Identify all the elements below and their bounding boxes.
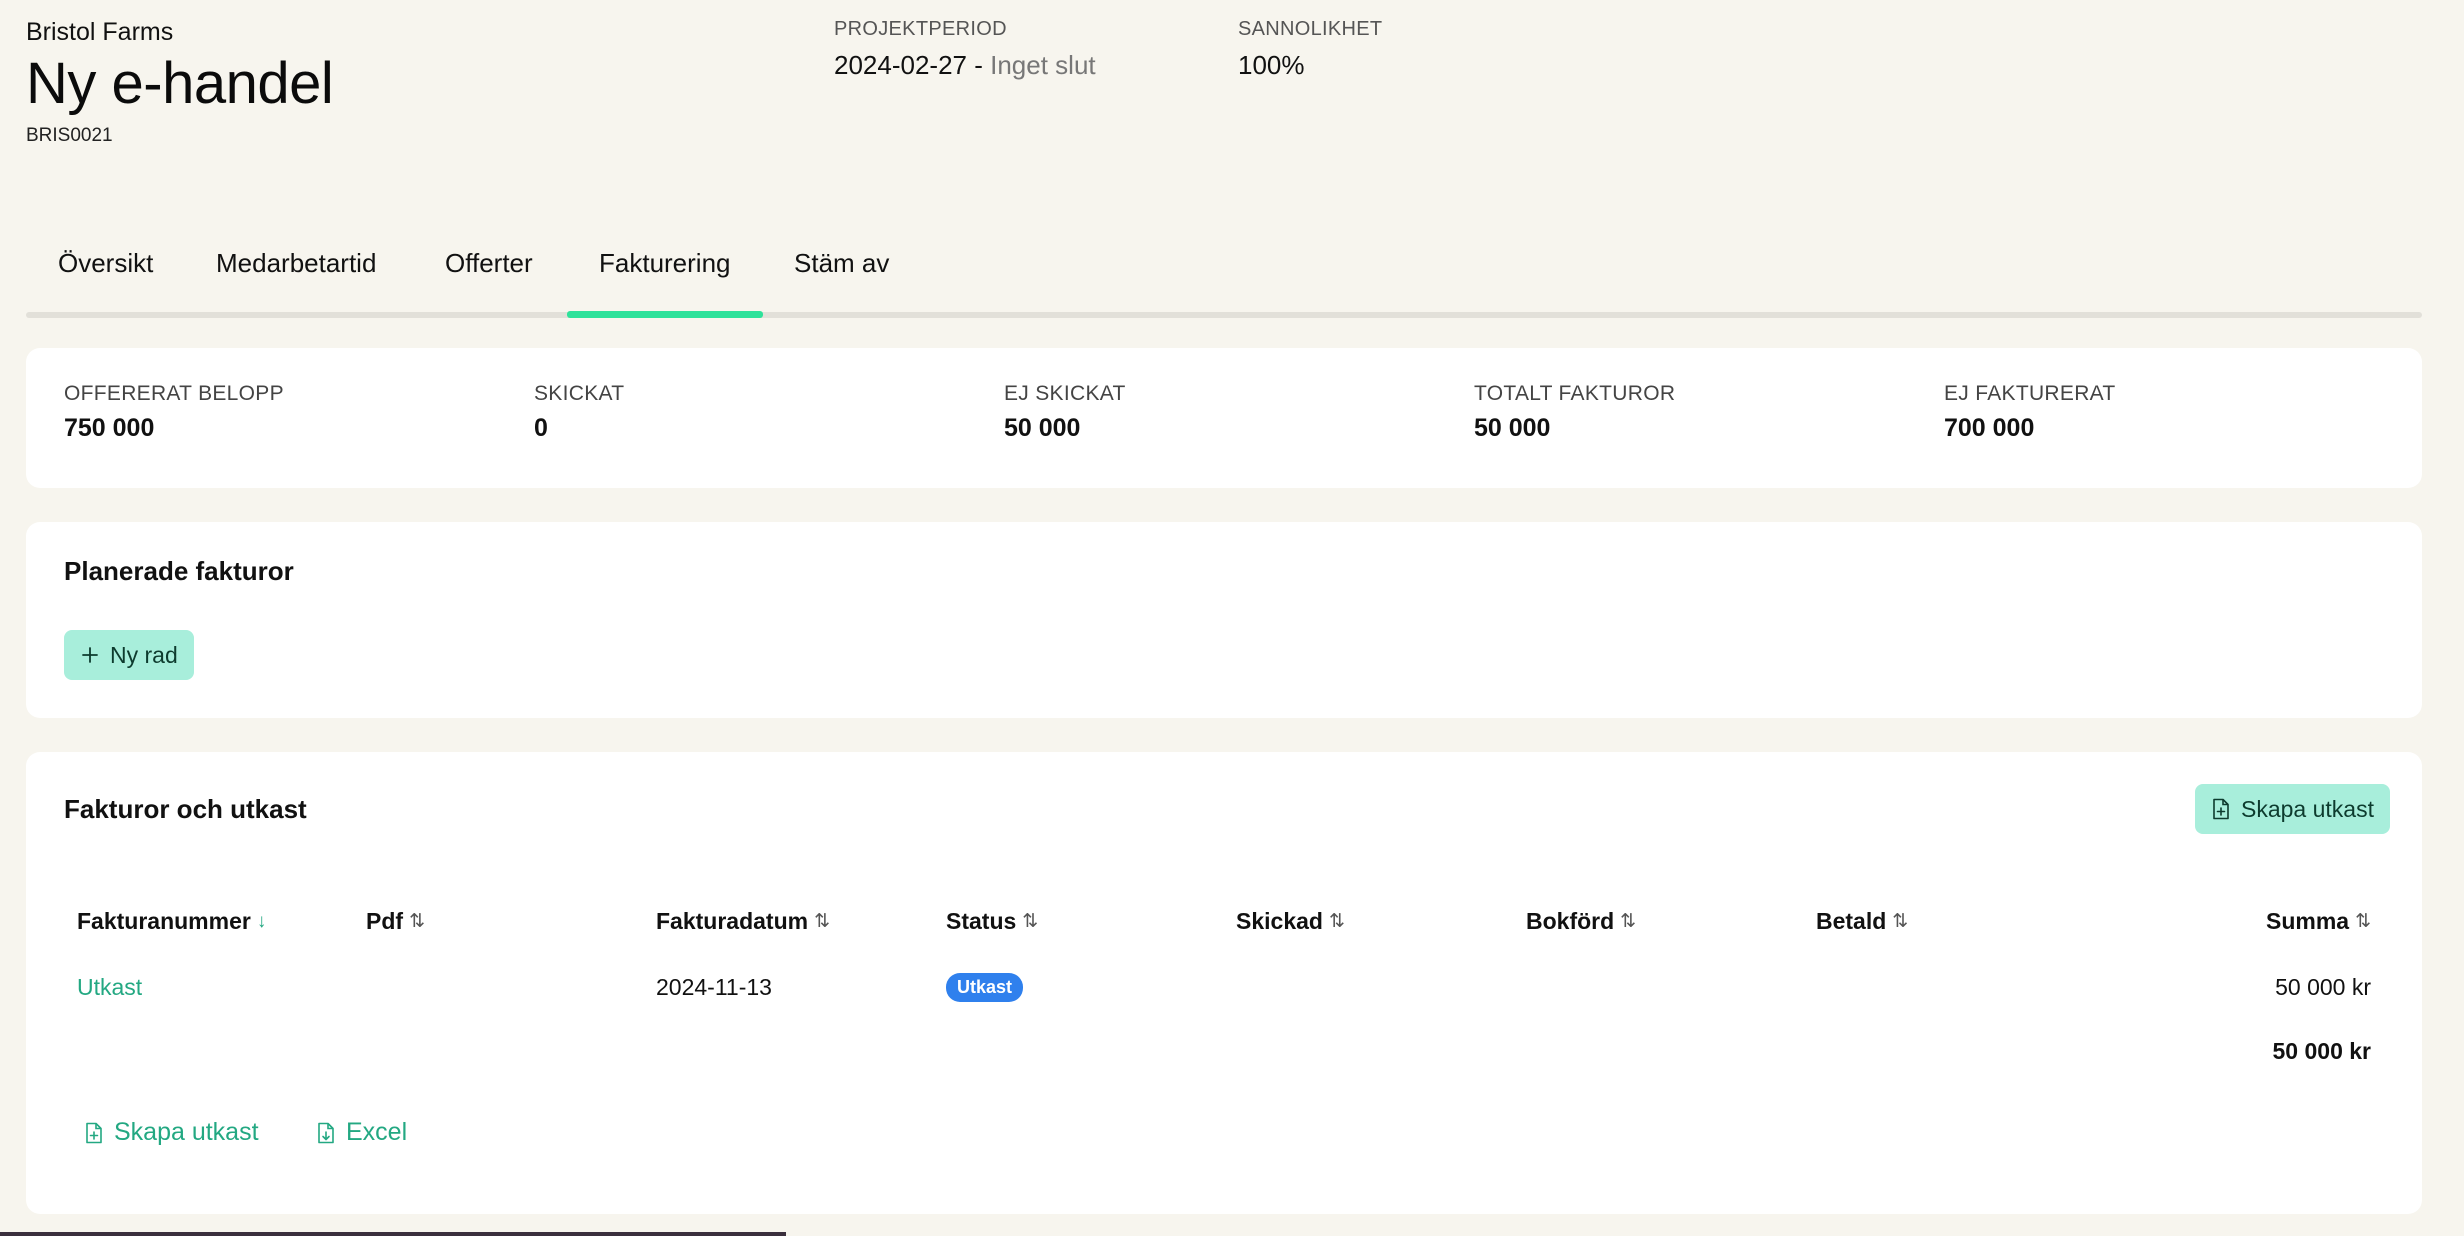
planned-invoices-card: Planerade fakturor Ny rad <box>26 522 2422 718</box>
sort-icon: ⇅ <box>1892 911 1909 932</box>
stat-label-skickat: SKICKAT <box>534 382 625 405</box>
stat-label-ej-skickat: EJ SKICKAT <box>1004 382 1126 405</box>
stat-label-offererat: OFFERERAT BELOPP <box>64 382 284 405</box>
stat-value-ej-fakturerat: 700 000 <box>1944 414 2035 442</box>
footer-create-draft-link[interactable]: Skapa utkast <box>84 1118 259 1147</box>
col-label: Summa <box>2265 908 2350 934</box>
new-row-label: Ny rad <box>110 641 178 668</box>
stat-label-ej-fakturerat: EJ FAKTURERAT <box>1944 382 2116 405</box>
tab-active-indicator <box>567 311 763 318</box>
col-bokford[interactable]: Bokförd ⇅ <box>1526 908 1636 935</box>
col-fakturadatum[interactable]: Fakturadatum ⇅ <box>656 908 830 935</box>
col-label: Bokförd <box>1526 908 1615 934</box>
col-label: Betald <box>1816 908 1887 934</box>
stat-value-ej-skickat: 50 000 <box>1004 414 1081 442</box>
probability-value: 100% <box>1238 50 1305 80</box>
col-label: Fakturanummer <box>77 908 251 934</box>
sort-icon: ⇅ <box>2355 911 2371 932</box>
col-status[interactable]: Status ⇅ <box>946 908 1038 935</box>
new-row-button[interactable]: Ny rad <box>64 630 194 680</box>
period-value: 2024-02-27 - Inget slut <box>834 50 1096 81</box>
sort-desc-icon: ↓ <box>256 910 267 932</box>
col-label: Pdf <box>366 908 404 934</box>
sort-icon: ⇅ <box>1620 911 1637 932</box>
tab-stam-av[interactable]: Stäm av <box>794 248 889 279</box>
tab-offerter[interactable]: Offerter <box>445 248 533 279</box>
invoices-card: Fakturor och utkast Skapa utkast Faktura… <box>26 752 2422 1214</box>
footer-excel-label: Excel <box>346 1118 408 1146</box>
invoice-number-link[interactable]: Utkast <box>77 974 142 1001</box>
tab-medarbetartid[interactable]: Medarbetartid <box>216 248 376 279</box>
stat-label-totalt: TOTALT FAKTUROR <box>1474 382 1676 405</box>
file-plus-icon <box>2213 798 2229 820</box>
invoice-total: 50 000 kr <box>2272 1038 2371 1064</box>
invoice-date: 2024-11-13 <box>656 974 772 1000</box>
planned-title: Planerade fakturor <box>64 556 294 586</box>
tab-bar: Översikt Medarbetartid Offerter Fakturer… <box>26 230 2422 318</box>
tab-oversikt[interactable]: Översikt <box>58 248 153 279</box>
sort-icon: ⇅ <box>1328 911 1345 932</box>
footer-excel-link[interactable]: Excel <box>316 1118 407 1147</box>
status-badge: Utkast <box>946 973 1024 1002</box>
sort-icon: ⇅ <box>1022 911 1039 932</box>
project-code: BRIS0021 <box>26 125 113 146</box>
period-start: 2024-02-27 - <box>834 50 983 80</box>
invoice-sum: 50 000 kr <box>2275 974 2371 1000</box>
plus-icon <box>82 647 98 663</box>
col-summa[interactable]: Summa ⇅ <box>2266 908 2371 935</box>
sort-icon: ⇅ <box>409 911 425 932</box>
tab-track <box>26 312 2422 318</box>
col-fakturanummer[interactable]: Fakturanummer ↓ <box>77 908 266 935</box>
sort-icon: ⇅ <box>814 911 831 932</box>
stats-card: OFFERERAT BELOPP 750 000 SKICKAT 0 EJ SK… <box>26 348 2422 488</box>
period-label: PROJEKTPERIOD <box>834 18 1007 40</box>
client-name: Bristol Farms <box>26 18 174 46</box>
col-label: Status <box>946 908 1017 934</box>
stat-value-totalt: 50 000 <box>1474 414 1551 442</box>
bottom-edge-strip <box>0 1232 786 1236</box>
probability-label: SANNOLIKHET <box>1238 18 1383 40</box>
create-draft-label: Skapa utkast <box>2241 795 2374 822</box>
col-label: Fakturadatum <box>656 908 809 934</box>
stat-value-skickat: 0 <box>534 414 548 442</box>
period-end: Inget slut <box>990 50 1096 80</box>
col-skickad[interactable]: Skickad ⇅ <box>1236 908 1345 935</box>
file-download-icon <box>318 1122 334 1143</box>
footer-create-draft-label: Skapa utkast <box>114 1118 259 1146</box>
col-pdf[interactable]: Pdf ⇅ <box>366 908 425 935</box>
tab-fakturering[interactable]: Fakturering <box>599 248 731 279</box>
col-label: Skickad <box>1236 908 1323 934</box>
invoices-title: Fakturor och utkast <box>64 794 307 824</box>
file-plus-icon <box>86 1122 102 1143</box>
col-betald[interactable]: Betald ⇅ <box>1816 908 1908 935</box>
create-draft-button[interactable]: Skapa utkast <box>2195 784 2390 834</box>
stat-value-offererat: 750 000 <box>64 414 155 442</box>
page-title: Ny e-handel <box>26 51 334 116</box>
